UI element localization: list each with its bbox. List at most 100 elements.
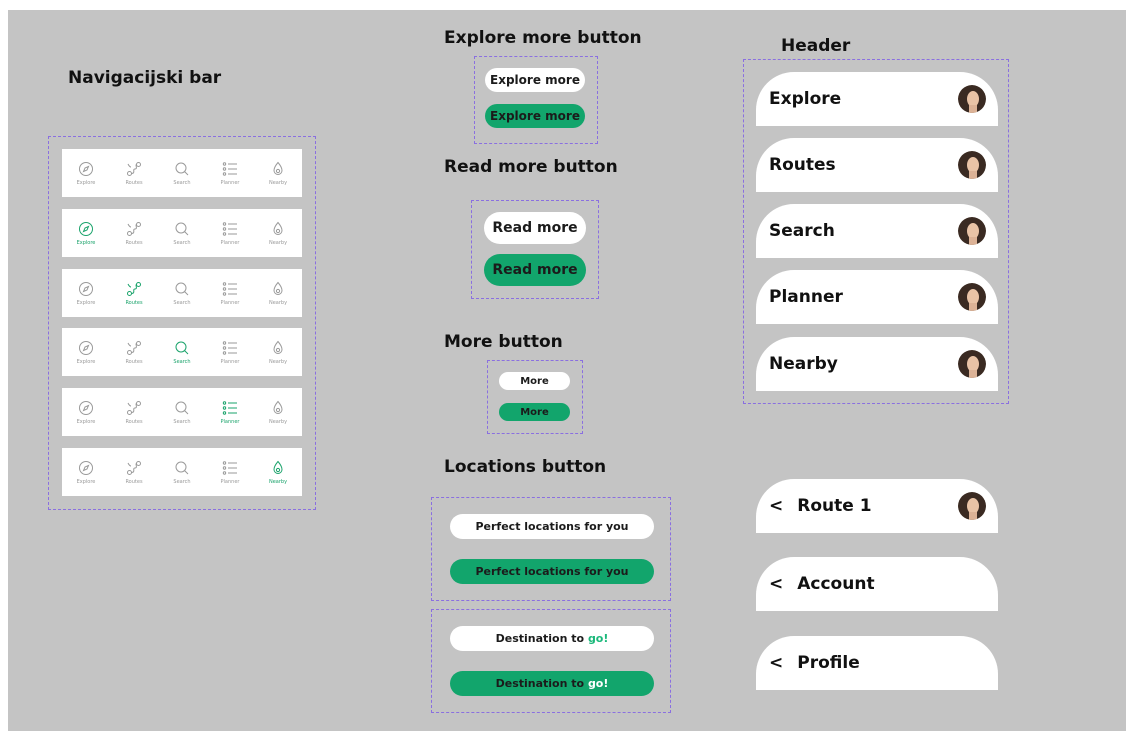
nav-item-nearby[interactable]: Nearby xyxy=(258,400,298,425)
nav-item-label: Routes xyxy=(125,478,143,485)
header-card-explore: Explore xyxy=(756,72,998,126)
header-card-title: Explore xyxy=(769,89,842,109)
nav-item-explore[interactable]: Explore xyxy=(66,460,106,485)
read-more-button[interactable]: Read more xyxy=(484,212,586,244)
nav-item-search[interactable]: Search xyxy=(162,340,202,365)
nav-item-search[interactable]: Search xyxy=(162,281,202,306)
compass-icon xyxy=(78,400,94,416)
nav-item-routes[interactable]: Routes xyxy=(114,281,154,306)
compass-icon xyxy=(78,281,94,297)
nav-item-explore[interactable]: Explore xyxy=(66,400,106,425)
nav-item-label: Search xyxy=(173,179,191,186)
nav-item-routes[interactable]: Routes xyxy=(114,161,154,186)
nav-item-planner[interactable]: Planner xyxy=(210,221,250,246)
nav-item-label: Nearby xyxy=(268,418,288,425)
nav-item-explore[interactable]: Explore xyxy=(66,281,106,306)
nav-item-label: Search xyxy=(173,478,191,485)
more-button-active[interactable]: More xyxy=(499,403,570,421)
back-arrow-icon[interactable]: < xyxy=(769,653,783,673)
locations-button-title: Locations button xyxy=(444,457,607,477)
nav-item-label: Search xyxy=(173,239,191,246)
nav-item-search[interactable]: Search xyxy=(162,400,202,425)
nav-item-explore[interactable]: Explore xyxy=(66,340,106,365)
search-icon xyxy=(174,460,190,476)
nav-item-search[interactable]: Search xyxy=(162,460,202,485)
nav-item-explore[interactable]: Explore xyxy=(66,161,106,186)
nav-item-label: Search xyxy=(173,299,191,306)
location-icon xyxy=(270,460,286,476)
explore-more-button-active[interactable]: Explore more xyxy=(485,104,585,128)
nav-item-label: Nearby xyxy=(268,299,288,306)
nav-bar: Explore Routes Search Planner Nearby xyxy=(62,269,302,317)
avatar[interactable] xyxy=(958,283,986,311)
nav-item-label: Routes xyxy=(125,358,143,365)
nav-item-label: Routes xyxy=(125,299,143,306)
nav-item-label: Search xyxy=(173,418,191,425)
nav-item-label: Routes xyxy=(125,239,143,246)
nav-item-label: Explore xyxy=(76,179,96,186)
nav-item-routes[interactable]: Routes xyxy=(114,460,154,485)
destination-button[interactable]: Destination to go! xyxy=(450,626,654,651)
avatar[interactable] xyxy=(958,492,986,520)
subheader-left: < Route 1 xyxy=(769,496,872,516)
destination-frame xyxy=(431,609,671,713)
nav-item-label: Planner xyxy=(220,299,240,306)
header-card-title: Search xyxy=(769,221,835,241)
nav-item-label: Explore xyxy=(76,358,96,365)
avatar[interactable] xyxy=(958,217,986,245)
header-card-nearby: Nearby xyxy=(756,337,998,391)
avatar[interactable] xyxy=(958,350,986,378)
location-icon xyxy=(270,281,286,297)
nav-item-routes[interactable]: Routes xyxy=(114,221,154,246)
nav-item-label: Explore xyxy=(76,418,96,425)
header-title: Header xyxy=(781,36,851,56)
nav-item-nearby[interactable]: Nearby xyxy=(258,460,298,485)
compass-icon xyxy=(78,340,94,356)
destination-prefix: Destination to xyxy=(495,677,588,690)
location-icon xyxy=(270,161,286,177)
nav-item-nearby[interactable]: Nearby xyxy=(258,340,298,365)
nav-item-nearby[interactable]: Nearby xyxy=(258,221,298,246)
search-icon xyxy=(174,400,190,416)
subheader-left: < Account xyxy=(769,574,875,594)
nav-item-label: Nearby xyxy=(268,239,288,246)
nav-item-planner[interactable]: Planner xyxy=(210,281,250,306)
locations-button[interactable]: Perfect locations for you xyxy=(450,514,654,539)
nav-item-planner[interactable]: Planner xyxy=(210,460,250,485)
avatar[interactable] xyxy=(958,85,986,113)
read-more-button-active[interactable]: Read more xyxy=(484,254,586,286)
back-arrow-icon[interactable]: < xyxy=(769,496,783,516)
header-card-title: Planner xyxy=(769,287,843,307)
compass-icon xyxy=(78,161,94,177)
route-icon xyxy=(126,340,142,356)
nav-bar: Explore Routes Search Planner Nearby xyxy=(62,388,302,436)
nav-item-nearby[interactable]: Nearby xyxy=(258,161,298,186)
nav-item-planner[interactable]: Planner xyxy=(210,340,250,365)
destination-go-text: go! xyxy=(587,632,609,645)
header-card-title: Nearby xyxy=(769,354,838,374)
nav-item-explore[interactable]: Explore xyxy=(66,221,106,246)
subheader-title: Profile xyxy=(797,653,860,673)
list-icon xyxy=(222,460,238,476)
more-button[interactable]: More xyxy=(499,372,570,390)
nav-item-routes[interactable]: Routes xyxy=(114,340,154,365)
nav-bar-title: Navigacijski bar xyxy=(68,68,222,88)
destination-prefix: Destination to xyxy=(495,632,588,645)
nav-item-planner[interactable]: Planner xyxy=(210,161,250,186)
nav-item-label: Routes xyxy=(125,179,143,186)
route-icon xyxy=(126,281,142,297)
nav-item-planner[interactable]: Planner xyxy=(210,400,250,425)
back-arrow-icon[interactable]: < xyxy=(769,574,783,594)
nav-item-label: Nearby xyxy=(268,358,288,365)
locations-button-active[interactable]: Perfect locations for you xyxy=(450,559,654,584)
route-icon xyxy=(126,400,142,416)
nav-item-routes[interactable]: Routes xyxy=(114,400,154,425)
nav-item-nearby[interactable]: Nearby xyxy=(258,281,298,306)
avatar[interactable] xyxy=(958,151,986,179)
destination-go-text: go! xyxy=(587,677,609,690)
compass-icon xyxy=(78,221,94,237)
nav-item-search[interactable]: Search xyxy=(162,221,202,246)
nav-item-search[interactable]: Search xyxy=(162,161,202,186)
destination-button-active[interactable]: Destination to go! xyxy=(450,671,654,696)
explore-more-button[interactable]: Explore more xyxy=(485,68,585,92)
